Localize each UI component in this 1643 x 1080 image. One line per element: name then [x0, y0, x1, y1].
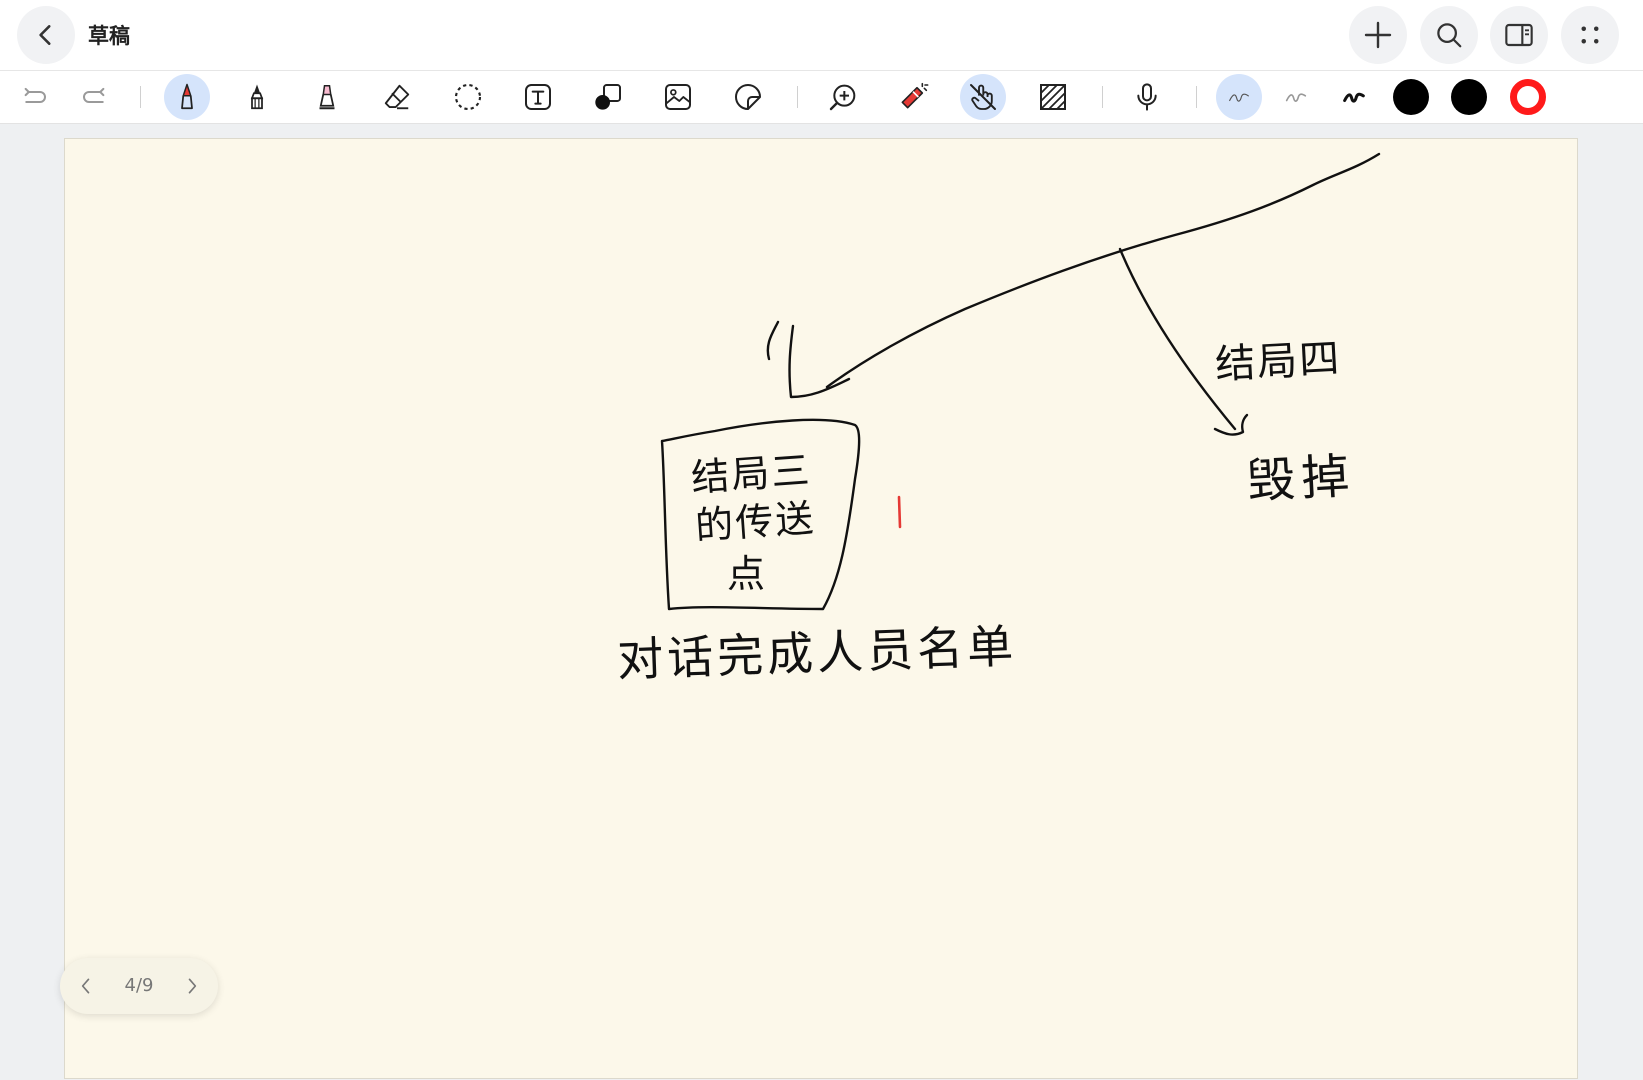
color-swatch-black-1[interactable] [1393, 79, 1429, 115]
stroke-medium-icon [1285, 93, 1307, 102]
sticker-icon [735, 84, 761, 110]
sticker-tool[interactable] [725, 74, 771, 120]
red-ink-mark [897, 495, 902, 529]
brush-icon [250, 84, 264, 110]
split-view-button[interactable] [1490, 6, 1548, 64]
branch-label: 结局四 [1214, 335, 1343, 389]
arrow-head-left [788, 324, 851, 399]
document-title: 草稿 [88, 24, 130, 48]
highlighter-icon [319, 85, 335, 110]
undo-icon [24, 87, 46, 103]
brush-tool[interactable] [234, 74, 280, 120]
toolbar-divider [140, 86, 141, 108]
toolbar-divider [1196, 86, 1197, 108]
text-icon [525, 84, 551, 110]
stroke-medium-option[interactable] [1273, 74, 1319, 120]
caption-text: 对话完成人员名单 [616, 619, 1018, 687]
page-indicator: 4/9 [124, 975, 154, 996]
hatch-pattern-icon [1040, 84, 1066, 110]
microphone-icon [1137, 83, 1157, 111]
back-button[interactable] [17, 6, 75, 64]
arrow-tick [766, 320, 780, 361]
voice-record-button[interactable] [1124, 74, 1170, 120]
pattern-fill-tool[interactable] [1030, 74, 1076, 120]
touch-draw-off-icon [970, 84, 996, 110]
shapes-tool[interactable] [585, 74, 631, 120]
zoom-tool[interactable] [820, 74, 866, 120]
search-button[interactable] [1420, 6, 1478, 64]
redo-button[interactable] [71, 74, 117, 120]
pen-icon [181, 83, 193, 110]
pen-tool[interactable] [164, 74, 210, 120]
zoom-in-icon [829, 84, 856, 111]
lasso-select-tool[interactable] [445, 74, 491, 120]
stroke-thick-icon [1343, 92, 1365, 103]
grid-dots-icon [1581, 26, 1599, 44]
branch-target: 毁掉 [1245, 448, 1357, 510]
image-tool[interactable] [655, 74, 701, 120]
highlighter-tool[interactable] [304, 74, 350, 120]
add-button[interactable] [1349, 6, 1407, 64]
plus-icon [1364, 21, 1392, 49]
handwriting-strokes [660, 152, 1381, 611]
stroke-thick-option[interactable] [1331, 74, 1377, 120]
note-canvas[interactable]: 结局三 的传送 点 对话完成人员名单 结局四 毁掉 [64, 138, 1578, 1079]
redo-icon [83, 87, 105, 103]
toolbar-divider [1102, 86, 1103, 108]
box-text-line-3: 点 [727, 552, 766, 596]
color-swatch-red-selected[interactable] [1510, 79, 1546, 115]
toolbar-divider [797, 86, 798, 108]
image-icon [665, 84, 691, 110]
box-text-line-2: 的传送 [693, 495, 817, 549]
stroke-thin-option[interactable] [1216, 74, 1262, 120]
chevron-left-icon [81, 978, 90, 994]
page-navigator: 4/9 [60, 958, 218, 1014]
top-bar: 草稿 [0, 0, 1643, 71]
laser-pointer-icon [901, 82, 929, 109]
lasso-select-icon [454, 83, 482, 111]
laser-pointer-tool[interactable] [890, 74, 936, 120]
drawing-toolbar [0, 71, 1643, 124]
shapes-icon [595, 84, 621, 110]
chevron-right-icon [188, 978, 197, 994]
touch-draw-toggle[interactable] [960, 74, 1006, 120]
stroke-thin-icon [1229, 93, 1249, 102]
chevron-left-icon [39, 25, 51, 45]
split-view-icon [1505, 23, 1533, 47]
color-swatch-black-2[interactable] [1451, 79, 1487, 115]
eraser-tool[interactable] [374, 74, 420, 120]
text-tool[interactable] [515, 74, 561, 120]
previous-page-button[interactable] [72, 972, 100, 1000]
next-page-button[interactable] [178, 972, 206, 1000]
undo-button[interactable] [12, 74, 58, 120]
search-icon [1437, 23, 1462, 48]
eraser-icon [384, 84, 410, 110]
more-button[interactable] [1561, 6, 1619, 64]
